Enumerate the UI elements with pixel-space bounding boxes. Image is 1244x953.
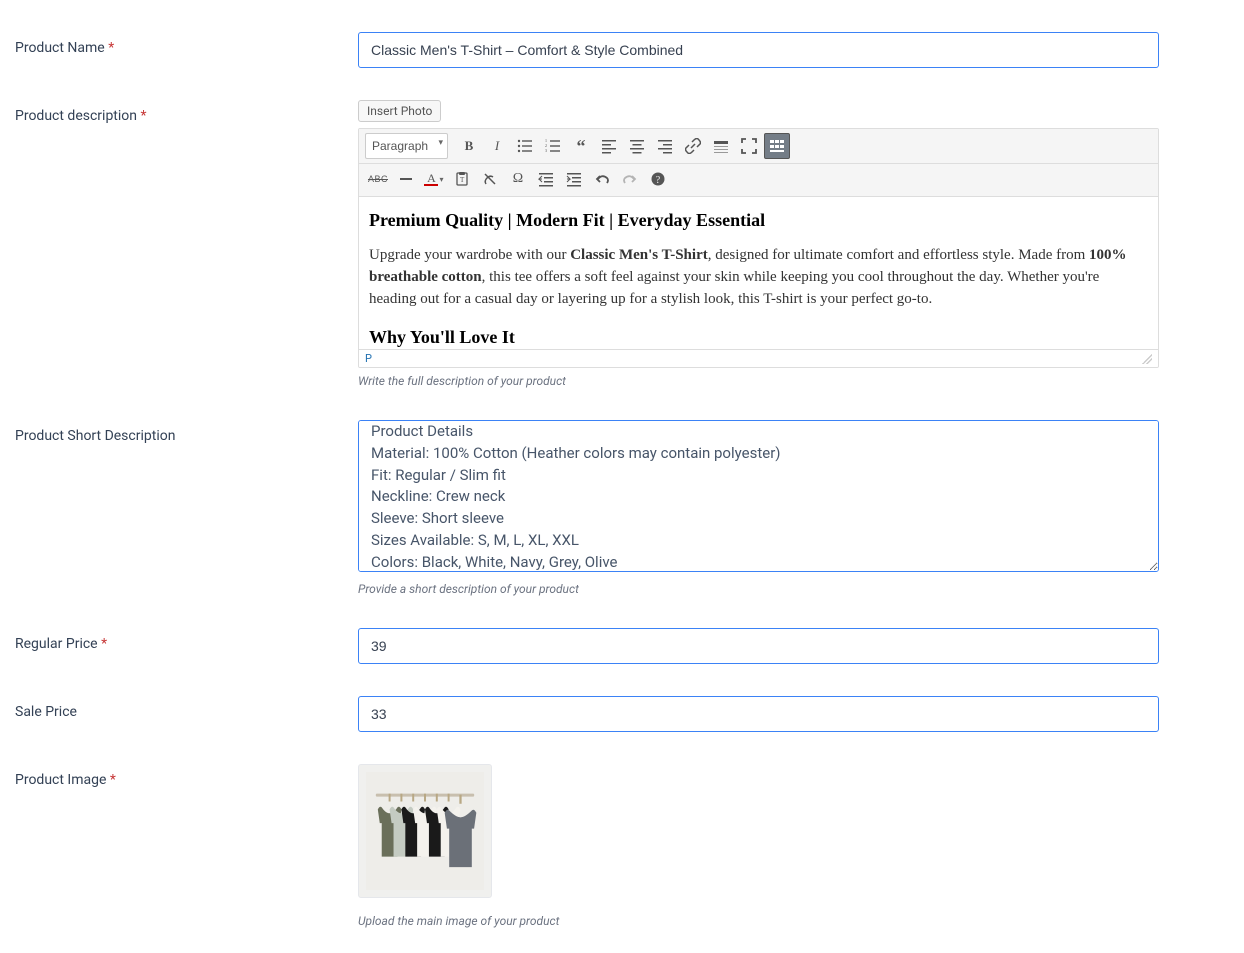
align-right-icon[interactable] (652, 133, 678, 159)
required-asterisk: * (110, 772, 116, 788)
insert-more-icon[interactable] (708, 133, 734, 159)
product-image-label: Product Image * (15, 732, 358, 788)
horizontal-rule-icon[interactable] (393, 166, 419, 192)
special-character-icon[interactable]: Ω (505, 166, 531, 192)
svg-text:3: 3 (545, 148, 547, 153)
paste-text-icon[interactable]: T (449, 166, 475, 192)
format-select[interactable]: Paragraph (365, 133, 448, 159)
product-image-help-text: Upload the main image of your product (358, 914, 1159, 928)
rich-text-editor: Paragraph B I 123 “ (358, 128, 1159, 368)
numbered-list-icon[interactable]: 123 (540, 133, 566, 159)
svg-text:?: ? (656, 175, 661, 186)
product-description-label: Product description * (15, 68, 358, 124)
product-name-input[interactable] (358, 32, 1159, 68)
sale-price-input[interactable] (358, 696, 1159, 732)
editor-toolbar-row-1: Paragraph B I 123 “ (359, 129, 1158, 164)
short-description-textarea[interactable] (358, 420, 1159, 572)
indent-icon[interactable] (561, 166, 587, 192)
required-asterisk: * (141, 108, 147, 124)
bold-icon[interactable]: B (456, 133, 482, 159)
outdent-icon[interactable] (533, 166, 559, 192)
sale-price-label: Sale Price (15, 664, 358, 720)
blockquote-icon[interactable]: “ (568, 133, 594, 159)
tshirt-thumbnail-icon (366, 772, 484, 890)
editor-toolbar-row-2: ABC A▾ T Ω (359, 164, 1158, 197)
toolbar-toggle-icon[interactable] (764, 133, 790, 159)
regular-price-input[interactable] (358, 628, 1159, 664)
strikethrough-icon[interactable]: ABC (365, 166, 391, 192)
resize-handle-icon[interactable] (1142, 354, 1152, 364)
description-help-text: Write the full description of your produ… (358, 374, 1159, 388)
svg-text:T: T (460, 176, 465, 184)
required-asterisk: * (108, 40, 114, 56)
editor-status-bar: P (359, 349, 1158, 367)
editor-content-area[interactable]: Premium Quality | Modern Fit | Everyday … (359, 197, 1158, 349)
short-description-label: Product Short Description (15, 388, 358, 444)
editor-heading: Why You'll Love It (369, 324, 1148, 349)
required-asterisk: * (101, 636, 107, 652)
undo-icon[interactable] (589, 166, 615, 192)
short-description-help-text: Provide a short description of your prod… (358, 582, 1159, 596)
editor-heading: Premium Quality | Modern Fit | Everyday … (369, 207, 1148, 233)
align-center-icon[interactable] (624, 133, 650, 159)
product-name-label: Product Name * (15, 0, 358, 56)
fullscreen-icon[interactable] (736, 133, 762, 159)
editor-path[interactable]: P (365, 352, 372, 365)
italic-icon[interactable]: I (484, 133, 510, 159)
link-icon[interactable] (680, 133, 706, 159)
editor-paragraph: Upgrade your wardrobe with our Classic M… (369, 245, 1148, 310)
help-icon[interactable]: ? (645, 166, 671, 192)
insert-photo-button[interactable]: Insert Photo (358, 100, 441, 122)
bullet-list-icon[interactable] (512, 133, 538, 159)
align-left-icon[interactable] (596, 133, 622, 159)
regular-price-label: Regular Price * (15, 596, 358, 652)
redo-icon[interactable] (617, 166, 643, 192)
product-image-upload[interactable] (358, 764, 492, 898)
text-color-icon[interactable]: A▾ (421, 166, 447, 192)
clear-formatting-icon[interactable] (477, 166, 503, 192)
